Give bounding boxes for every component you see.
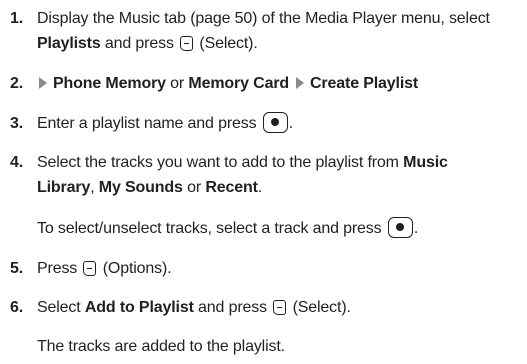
step-number: 2. xyxy=(10,75,24,92)
step-text: Display the Music tab (page 50) of the M… xyxy=(37,10,490,27)
music-term: Music xyxy=(403,154,448,171)
step-text: or xyxy=(165,75,189,92)
step-text: . xyxy=(413,220,419,237)
step-number: 3. xyxy=(10,115,24,132)
instruction-page: 1. Display the Music tab (page 50) of th… xyxy=(0,0,527,364)
step-body: Phone Memory or Memory Card Create Playli… xyxy=(37,71,523,96)
step-text: , xyxy=(90,179,99,196)
step-text: or xyxy=(182,179,206,196)
recent-term: Recent xyxy=(205,179,258,196)
right-soft-key-icon xyxy=(180,36,194,51)
step-line: Display the Music tab (page 50) of the M… xyxy=(37,6,523,31)
step-line: Playlists and press (Select). xyxy=(37,31,523,56)
step-number: 4. xyxy=(10,154,24,171)
step-number: 1. xyxy=(10,10,24,27)
menu-arrow-icon xyxy=(39,77,47,89)
my-sounds-term: My Sounds xyxy=(98,179,183,196)
result-note: The tracks are added to the playlist. xyxy=(37,338,285,355)
step-text: . xyxy=(257,179,263,196)
step-text: (Select). xyxy=(195,35,258,52)
step-text: (Select). xyxy=(288,299,351,316)
step-text: (Options). xyxy=(98,260,172,277)
step-text: To select/unselect tracks, select a trac… xyxy=(37,220,386,237)
step-body: Enter a playlist name and press . xyxy=(37,111,523,136)
step-text: and press xyxy=(100,35,179,52)
center-select-key-icon xyxy=(387,217,413,238)
step-line: Select the tracks you want to add to the… xyxy=(37,150,523,175)
step-4-note: To select/unselect tracks, select a trac… xyxy=(37,216,527,241)
playlists-term: Playlists xyxy=(37,35,101,52)
memory-card-term: Memory Card xyxy=(188,75,290,92)
step-text: Enter a playlist name and press xyxy=(37,115,261,132)
step-body: Display the Music tab (page 50) of the M… xyxy=(37,6,523,56)
step-text: Select the tracks you want to add to the… xyxy=(37,154,404,171)
phone-memory-term: Phone Memory xyxy=(53,75,166,92)
center-select-key-icon xyxy=(262,112,288,133)
step-text: Select xyxy=(37,299,85,316)
step-body: Select Add to Playlist and press (Select… xyxy=(37,295,523,320)
step-text: Press xyxy=(37,260,82,277)
right-soft-key-icon xyxy=(273,300,287,315)
step-body: Press (Options). xyxy=(37,256,523,281)
step-text: . xyxy=(288,115,294,132)
step-text: and press xyxy=(193,299,272,316)
library-term: Library xyxy=(37,179,91,196)
step-number: 6. xyxy=(10,299,24,316)
step-line: Library, My Sounds or Recent. xyxy=(37,175,523,200)
menu-arrow-icon xyxy=(296,77,305,89)
step-number: 5. xyxy=(10,260,24,277)
step-body: Select the tracks you want to add to the… xyxy=(37,150,523,200)
add-to-playlist-term: Add to Playlist xyxy=(84,299,194,316)
create-playlist-term: Create Playlist xyxy=(310,75,419,92)
left-soft-key-icon xyxy=(83,261,97,276)
